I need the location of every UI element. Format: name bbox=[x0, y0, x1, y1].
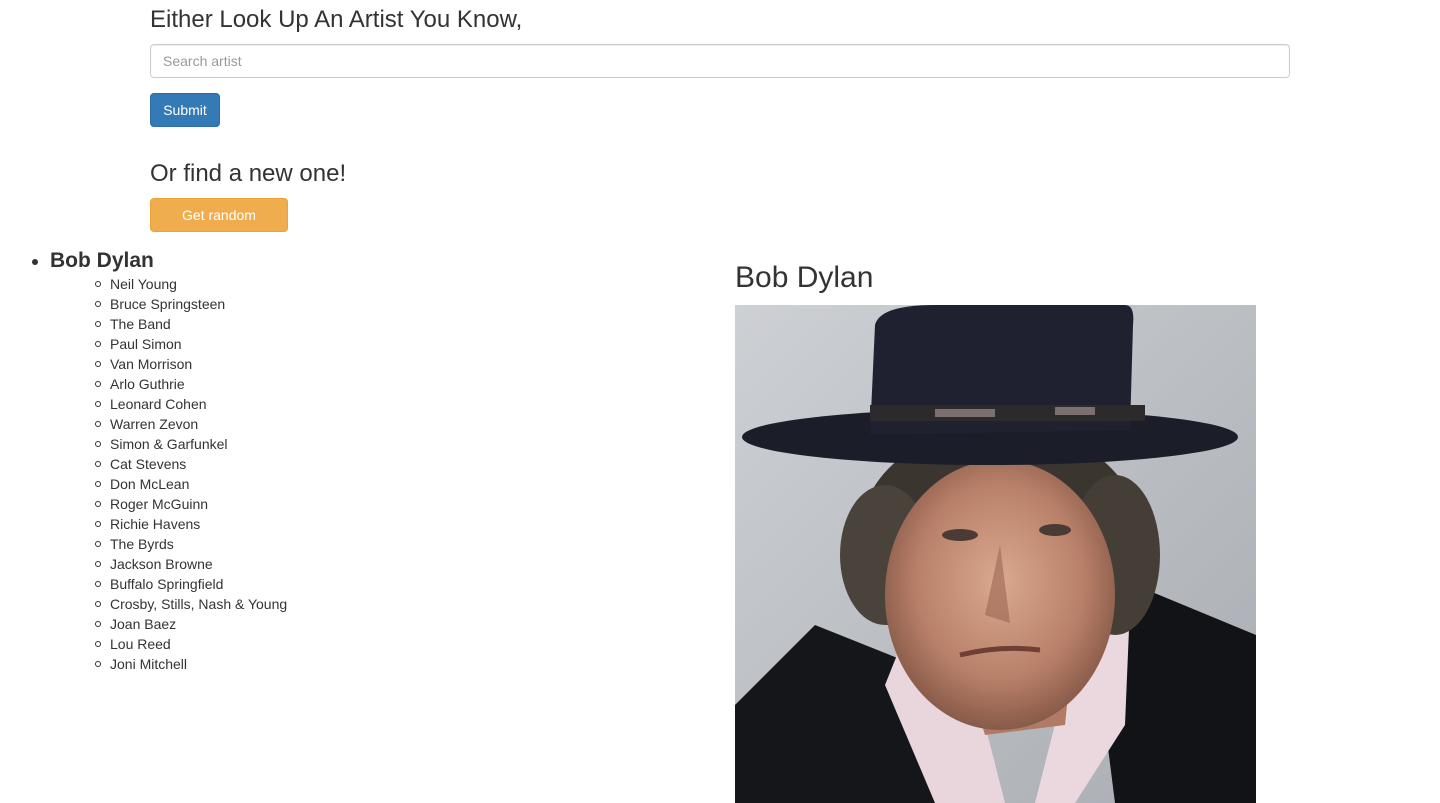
search-input[interactable] bbox=[150, 44, 1290, 78]
random-artist-button[interactable]: Get random artist! bbox=[150, 198, 288, 255]
related-artist-item[interactable]: Roger McGuinn bbox=[70, 494, 287, 514]
related-artist-item[interactable]: Van Morrison bbox=[70, 354, 287, 374]
related-artist-item[interactable]: Lou Reed bbox=[70, 634, 287, 654]
related-artist-item[interactable]: Don McLean bbox=[70, 474, 287, 494]
related-artist-item[interactable]: Joan Baez bbox=[70, 614, 287, 634]
related-artist-item[interactable]: Bruce Springsteen bbox=[70, 294, 287, 314]
related-artist-item[interactable]: Arlo Guthrie bbox=[70, 374, 287, 394]
related-artist-item[interactable]: The Band bbox=[70, 314, 287, 334]
related-artist-item[interactable]: Neil Young bbox=[70, 274, 287, 294]
related-artist-item[interactable]: Leonard Cohen bbox=[70, 394, 287, 414]
related-artist-item[interactable]: Warren Zevon bbox=[70, 414, 287, 434]
related-artists-list: Neil Young Bruce Springsteen The Band Pa… bbox=[70, 274, 287, 674]
submit-button[interactable]: Submit bbox=[150, 93, 220, 127]
related-artist-item[interactable]: Simon & Garfunkel bbox=[70, 434, 287, 454]
related-artist-item[interactable]: Cat Stevens bbox=[70, 454, 287, 474]
artist-name[interactable]: Bob Dylan bbox=[50, 249, 154, 272]
related-artist-item[interactable]: Richie Havens bbox=[70, 514, 287, 534]
artist-detail: Bob Dylan bbox=[735, 258, 1256, 803]
artist-list: Bob Dylan Neil Young Bruce Springsteen T… bbox=[30, 248, 287, 674]
artist-photo bbox=[735, 305, 1256, 803]
related-artist-item[interactable]: Joni Mitchell bbox=[70, 654, 287, 674]
related-artist-item[interactable]: Paul Simon bbox=[70, 334, 287, 354]
page: Either Look Up An Artist You Know, Submi… bbox=[0, 0, 1440, 803]
find-new-heading: Or find a new one! bbox=[150, 160, 347, 187]
artist-detail-name: Bob Dylan bbox=[735, 261, 874, 294]
related-artist-item[interactable]: Jackson Browne bbox=[70, 554, 287, 574]
related-artist-item[interactable]: The Byrds bbox=[70, 534, 287, 554]
lookup-heading: Either Look Up An Artist You Know, bbox=[150, 6, 523, 33]
related-artist-item[interactable]: Buffalo Springfield bbox=[70, 574, 287, 594]
artist-list-item[interactable]: Bob Dylan Neil Young Bruce Springsteen T… bbox=[30, 248, 287, 674]
related-artist-item[interactable]: Crosby, Stills, Nash & Young bbox=[70, 594, 287, 614]
